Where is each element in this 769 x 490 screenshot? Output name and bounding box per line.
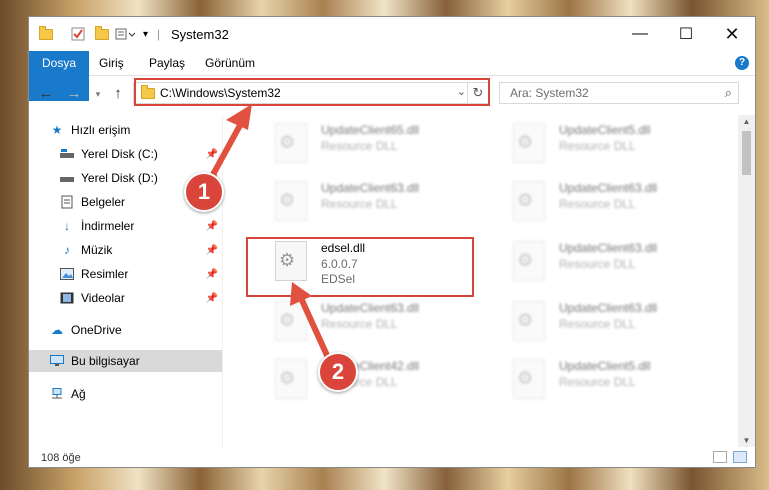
callout-2: 2 [318,352,358,392]
callout-1: 1 [184,172,224,212]
arrow-1 [207,115,247,183]
annotation-arrows [207,104,333,365]
arrow-2 [297,293,333,365]
